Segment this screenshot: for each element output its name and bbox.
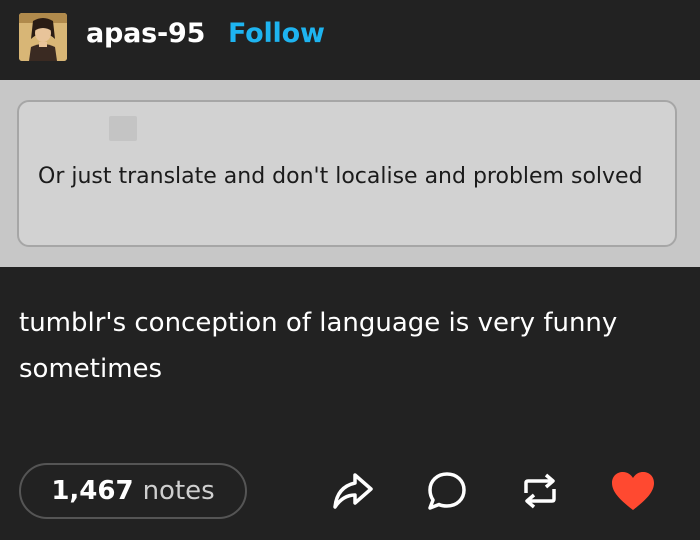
like-heart-icon[interactable] — [610, 468, 656, 514]
username-link[interactable]: apas-95 — [86, 18, 205, 49]
share-icon[interactable] — [330, 468, 376, 514]
reply-icon[interactable] — [424, 468, 470, 514]
user-avatar[interactable] — [19, 13, 67, 61]
notes-button[interactable]: 1,467 notes — [19, 463, 247, 519]
quoted-post-text: Or just translate and don't localise and… — [38, 164, 643, 189]
post-header: apas-95 Follow — [0, 0, 700, 80]
notes-label: notes — [142, 476, 215, 506]
post-body-text: tumblr's conception of language is very … — [19, 308, 618, 384]
notes-count: 1,467 — [51, 476, 134, 506]
reblog-icon[interactable] — [517, 468, 563, 514]
follow-button[interactable]: Follow — [228, 18, 325, 49]
image-placeholder — [109, 116, 137, 141]
